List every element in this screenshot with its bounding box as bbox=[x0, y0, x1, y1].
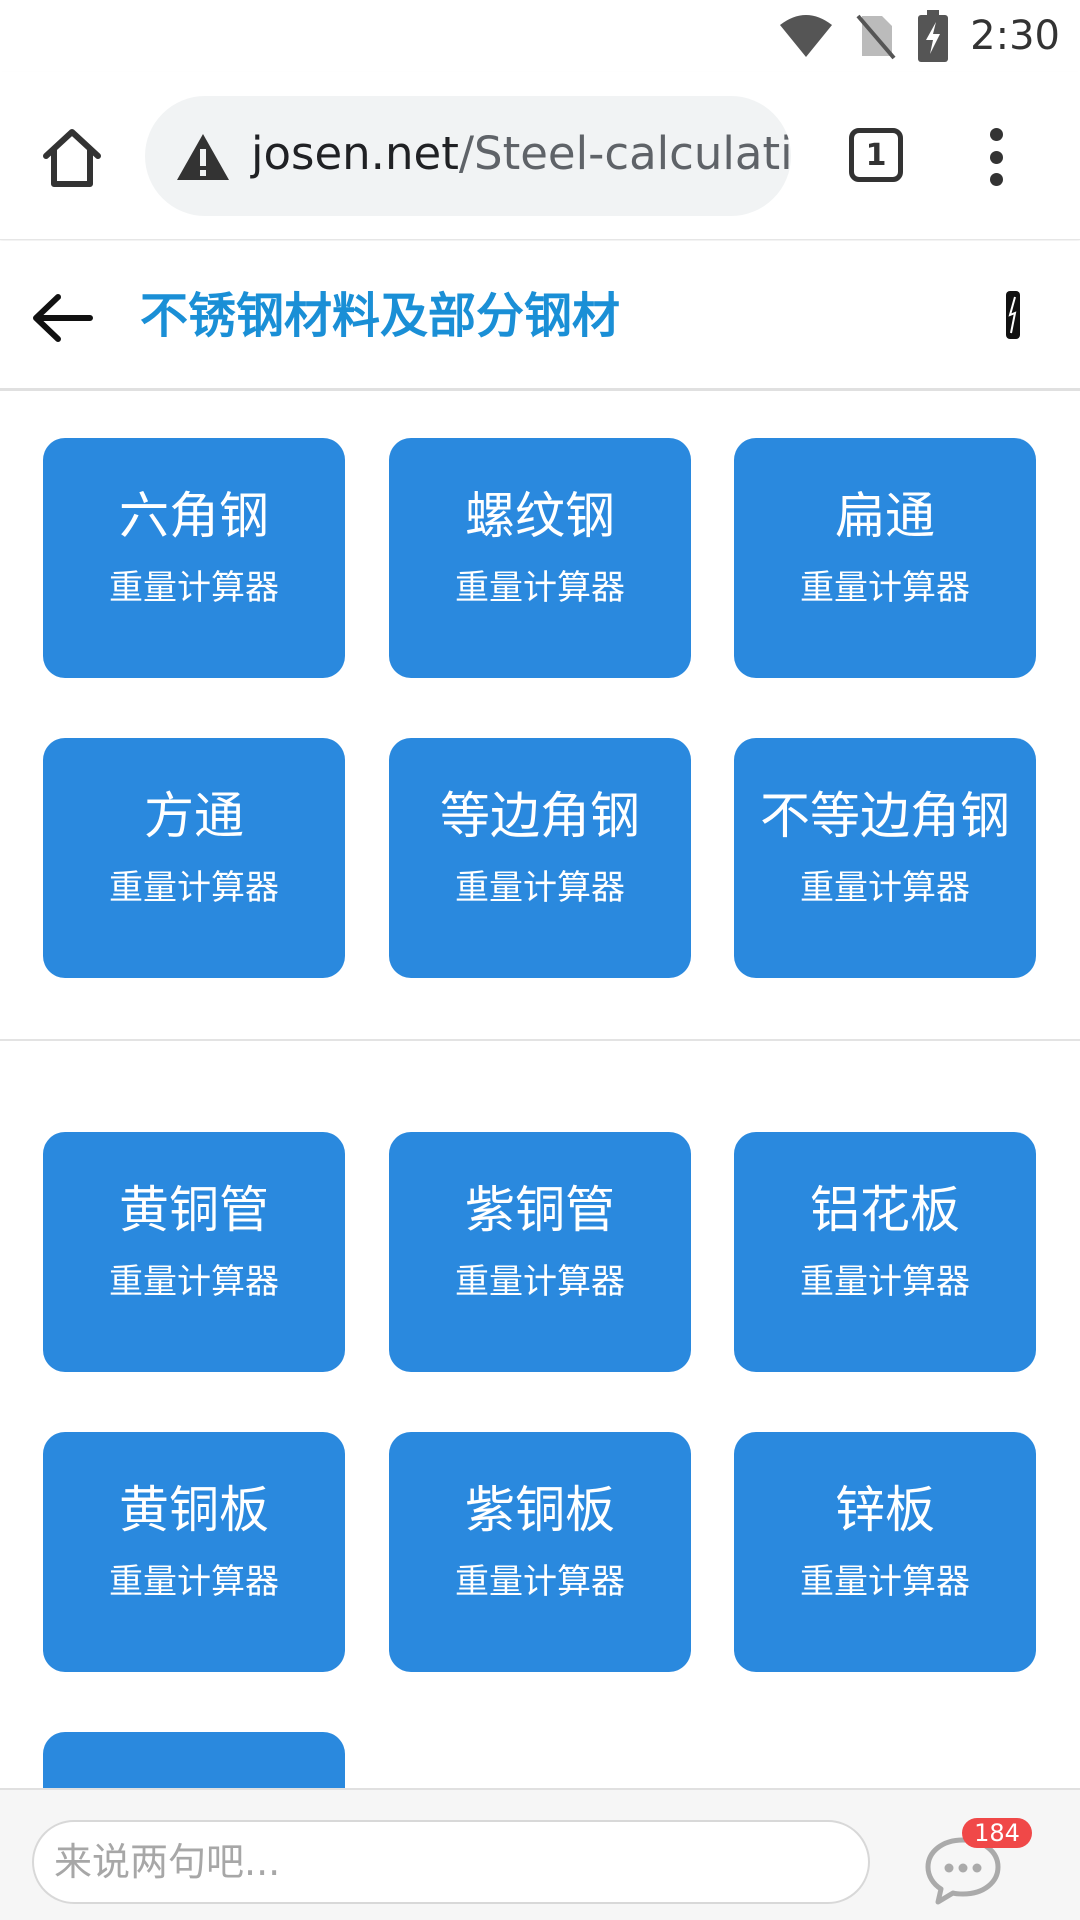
not-secure-warning-icon[interactable] bbox=[175, 132, 231, 182]
tile-hexagonal-steel[interactable]: 六角钢 重量计算器 bbox=[43, 438, 345, 678]
tile-subtitle: 重量计算器 bbox=[800, 1562, 970, 1602]
tile-rectangular-tube[interactable]: 扁通 重量计算器 bbox=[734, 438, 1036, 678]
tile-title: 六角钢 bbox=[119, 487, 269, 545]
tile-title: 螺纹钢 bbox=[465, 487, 615, 545]
tile-copper-tube[interactable]: 紫铜管 重量计算器 bbox=[389, 1132, 691, 1372]
tile-square-tube[interactable]: 方通 重量计算器 bbox=[43, 738, 345, 978]
tile-copper-plate[interactable]: 紫铜板 重量计算器 bbox=[389, 1432, 691, 1672]
page-title: 不锈钢材料及部分钢材 bbox=[140, 288, 621, 344]
tile-unequal-angle-steel[interactable]: 不等边角钢 重量计算器 bbox=[734, 738, 1036, 978]
url-path: /Steel-calculati bbox=[458, 127, 791, 180]
comment-input[interactable] bbox=[32, 1820, 870, 1904]
section-divider bbox=[0, 1039, 1080, 1041]
tile-subtitle: 重量计算器 bbox=[455, 1562, 625, 1602]
tile-title: 黄铜板 bbox=[119, 1481, 269, 1539]
tile-title: 紫铜板 bbox=[465, 1481, 615, 1539]
home-icon bbox=[43, 129, 101, 187]
tile-title: 方通 bbox=[144, 787, 244, 845]
tile-title: 扁通 bbox=[835, 487, 935, 545]
tile-rebar[interactable]: 螺纹钢 重量计算器 bbox=[389, 438, 691, 678]
status-bar: 2:30 bbox=[0, 0, 1080, 72]
address-bar[interactable]: josen.net/Steel-calculati bbox=[145, 96, 791, 216]
no-sim-icon bbox=[856, 14, 896, 60]
battery-charging-icon bbox=[918, 10, 949, 62]
share-icon[interactable] bbox=[1004, 289, 1022, 341]
comment-count-badge: 184 bbox=[962, 1818, 1032, 1848]
page: 2:30 josen.net/Steel-calculati 1 不锈钢材料及部… bbox=[0, 0, 1080, 1920]
browser-toolbar: josen.net/Steel-calculati 1 bbox=[0, 72, 1080, 240]
tile-title: 锌板 bbox=[835, 1481, 935, 1539]
tile-brass-plate[interactable]: 黄铜板 重量计算器 bbox=[43, 1432, 345, 1672]
tile-subtitle: 重量计算器 bbox=[455, 568, 625, 608]
tile-title: 紫铜管 bbox=[465, 1181, 615, 1239]
tile-subtitle: 重量计算器 bbox=[109, 868, 279, 908]
tile-zinc-plate[interactable]: 锌板 重量计算器 bbox=[734, 1432, 1036, 1672]
home-button[interactable] bbox=[38, 124, 106, 192]
tile-title: 铝花板 bbox=[810, 1181, 960, 1239]
url-text[interactable]: josen.net/Steel-calculati bbox=[251, 124, 791, 184]
tile-subtitle: 重量计算器 bbox=[109, 1262, 279, 1302]
back-arrow-icon[interactable] bbox=[28, 283, 98, 353]
tabs-button[interactable]: 1 bbox=[849, 128, 903, 182]
tile-subtitle: 重量计算器 bbox=[109, 568, 279, 608]
tile-title: 等边角钢 bbox=[440, 787, 640, 845]
clock: 2:30 bbox=[970, 13, 1060, 59]
tab-count: 1 bbox=[865, 137, 887, 173]
tile-subtitle: 重量计算器 bbox=[109, 1562, 279, 1602]
tile-equal-angle-steel[interactable]: 等边角钢 重量计算器 bbox=[389, 738, 691, 978]
url-host: josen.net bbox=[251, 127, 459, 180]
page-header: 不锈钢材料及部分钢材 bbox=[0, 241, 1080, 391]
tile-brass-tube[interactable]: 黄铜管 重量计算器 bbox=[43, 1132, 345, 1372]
tile-subtitle: 重量计算器 bbox=[800, 868, 970, 908]
status-icons: 2:30 bbox=[778, 10, 1060, 62]
wifi-icon bbox=[780, 15, 833, 57]
tile-subtitle: 重量计算器 bbox=[800, 1262, 970, 1302]
tile-title: 不等边角钢 bbox=[760, 787, 1010, 845]
tile-subtitle: 重量计算器 bbox=[800, 568, 970, 608]
tile-title: 黄铜管 bbox=[119, 1181, 269, 1239]
tile-subtitle: 重量计算器 bbox=[455, 868, 625, 908]
more-menu-icon[interactable] bbox=[980, 122, 1012, 192]
tile-subtitle: 重量计算器 bbox=[455, 1262, 625, 1302]
comment-bar: 184 bbox=[0, 1788, 1080, 1920]
tile-aluminum-checker-plate[interactable]: 铝花板 重量计算器 bbox=[734, 1132, 1036, 1372]
